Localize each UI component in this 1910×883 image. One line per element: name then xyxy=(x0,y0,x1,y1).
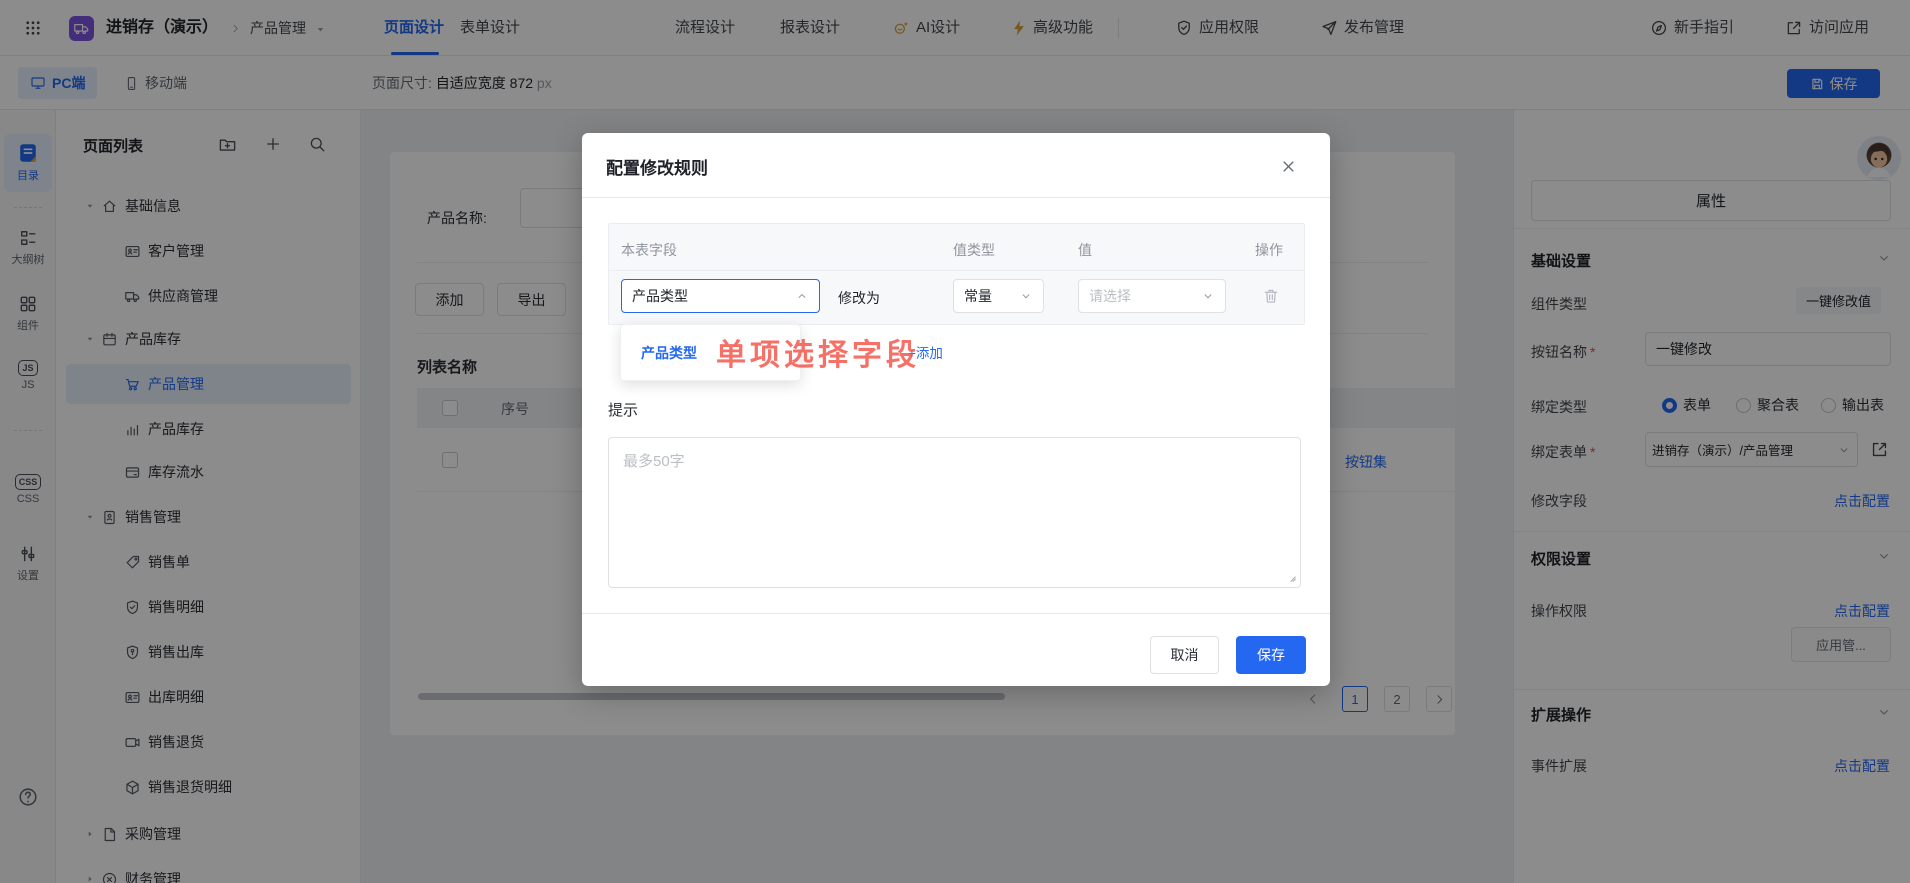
hint-label: 提示 xyxy=(608,399,638,420)
table-header-divider xyxy=(609,270,1304,271)
app-window: 进销存（演示） 产品管理 页面设计 表单设计 流程设计 报表设计 AI设计 高级… xyxy=(0,0,1910,883)
col-header-action: 操作 xyxy=(1255,240,1283,260)
chevron-down-icon xyxy=(1019,289,1033,303)
red-annotation-text: 单项选择字段 xyxy=(716,330,920,374)
col-header-field: 本表字段 xyxy=(621,240,677,260)
value-select[interactable]: 请选择 xyxy=(1078,279,1226,313)
dialog-footer-divider xyxy=(582,613,1330,614)
dropdown-option-product-type[interactable]: 产品类型 xyxy=(621,343,697,363)
value-type-value: 常量 xyxy=(964,286,1019,306)
value-type-select[interactable]: 常量 xyxy=(953,279,1044,313)
hint-textarea[interactable] xyxy=(608,437,1301,588)
value-select-placeholder: 请选择 xyxy=(1089,286,1201,306)
dialog-title: 配置修改规则 xyxy=(606,154,708,179)
field-select[interactable]: 产品类型 xyxy=(621,279,820,313)
chevron-down-icon xyxy=(1201,289,1215,303)
configure-modify-rules-dialog: 配置修改规则 本表字段 值类型 值 操作 产品类型 修改为 常量 请选择 xyxy=(582,133,1330,686)
cancel-button[interactable]: 取消 xyxy=(1150,636,1219,674)
field-select-value: 产品类型 xyxy=(632,286,795,306)
rule-table: 本表字段 值类型 值 操作 产品类型 修改为 常量 请选择 xyxy=(608,223,1305,325)
col-header-value: 值 xyxy=(1078,240,1092,260)
delete-rule-trash-icon[interactable] xyxy=(1262,287,1280,305)
col-header-value-type: 值类型 xyxy=(953,240,995,260)
save-button[interactable]: 保存 xyxy=(1236,636,1306,674)
close-icon[interactable] xyxy=(1279,157,1298,176)
dialog-header-divider xyxy=(582,197,1330,198)
chevron-up-icon xyxy=(795,289,809,303)
modify-to-label: 修改为 xyxy=(838,288,880,308)
resize-handle-icon[interactable] xyxy=(1285,571,1298,584)
